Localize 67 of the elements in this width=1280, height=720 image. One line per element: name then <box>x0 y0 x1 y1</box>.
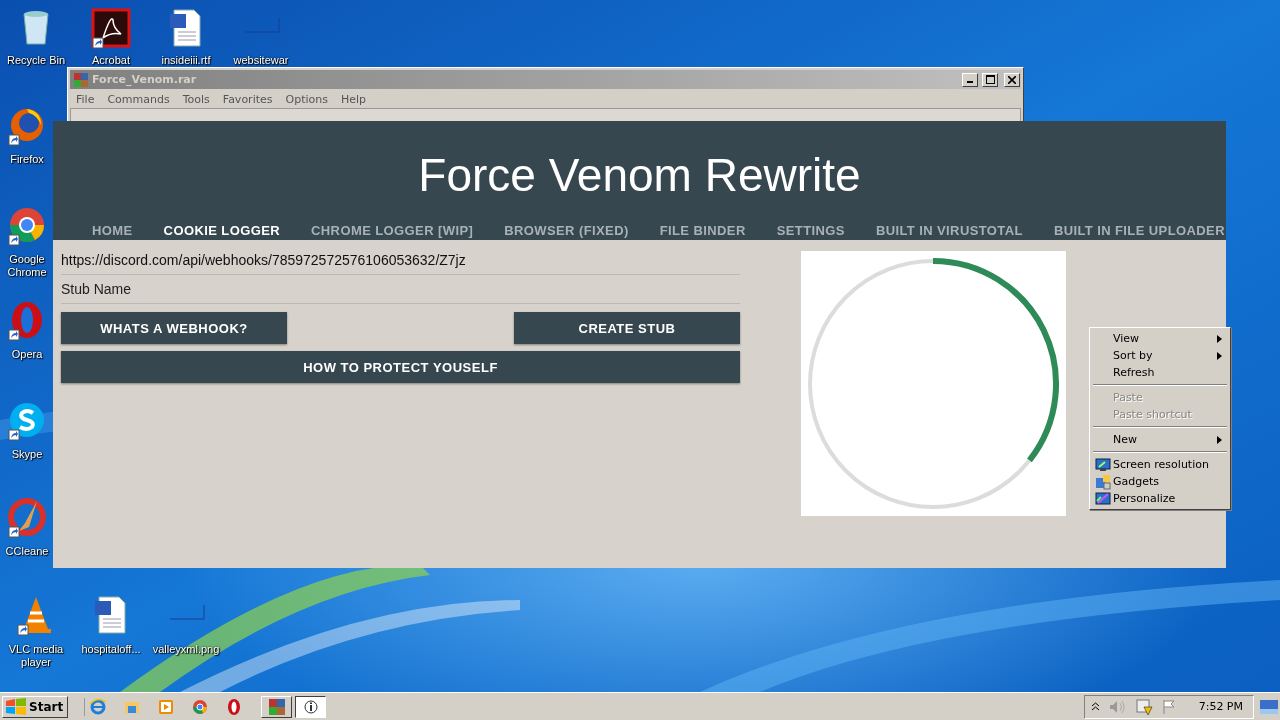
maximize-icon <box>985 75 995 84</box>
skype-icon[interactable] <box>7 400 47 442</box>
menu-item[interactable]: Favorites <box>222 93 273 106</box>
nav-tab[interactable]: CHROME LOGGER [WIP] <box>311 219 474 242</box>
icon-label: Skype <box>11 448 43 461</box>
archive-icon <box>73 71 89 88</box>
menu-item[interactable]: New <box>1092 431 1228 448</box>
submenu-arrow-icon <box>1217 435 1222 444</box>
nav-tab[interactable]: BUILT IN FILE UPLOADER <box>1053 219 1225 242</box>
menu-item[interactable]: Personalize <box>1092 490 1228 507</box>
webhook-field[interactable]: https://discord.com/api/webhooks/785972572576106053632/Z7jz <box>61 246 740 275</box>
icon-label: VLC media player <box>7 643 65 669</box>
close-button[interactable] <box>1004 72 1020 87</box>
chrome-icon[interactable] <box>191 697 210 716</box>
menu-item: Paste <box>1112 390 1144 406</box>
maximize-button[interactable] <box>982 72 998 87</box>
menu-item[interactable]: Tools <box>182 93 210 106</box>
icon-label: Opera <box>11 348 43 361</box>
window-title: Force_Venom.rar <box>92 73 198 86</box>
ccleaner-icon[interactable] <box>7 497 47 539</box>
network-warning-icon[interactable] <box>1134 697 1153 716</box>
icon-label: insideiii.rtf <box>161 54 211 67</box>
menu-item[interactable]: Refresh <box>1092 364 1228 381</box>
nav-tab[interactable]: HOME <box>92 219 133 242</box>
menu-item[interactable]: Sort by <box>1092 347 1228 364</box>
icon-label: Acrobat <box>92 54 130 67</box>
menu-item[interactable]: Commands <box>107 93 170 106</box>
clock[interactable]: 7:52 PM <box>1198 700 1243 713</box>
taskbar-button[interactable] <box>295 695 327 718</box>
menu-item[interactable]: Options <box>285 93 328 106</box>
minimize-icon <box>967 81 973 83</box>
icon-label: Google Chrome <box>6 253 48 279</box>
menu-item[interactable]: Screen resolution <box>1092 456 1228 473</box>
stub-name-field[interactable]: Stub Name <box>61 275 740 304</box>
menu-item[interactable]: View <box>1092 330 1228 347</box>
icon-label: Firefox <box>10 153 44 166</box>
windows-logo-icon <box>5 697 27 716</box>
protect-button[interactable]: HOW TO PROTECT YOUSELF <box>61 351 740 383</box>
icon-label: CCleane <box>5 545 49 558</box>
icon-label: websitewar <box>233 54 289 67</box>
icon-label: Recycle Bin <box>6 54 66 67</box>
monitor-icon <box>1095 456 1111 473</box>
nav-tab[interactable]: SETTINGS <box>776 219 845 242</box>
nav-tab[interactable]: BUILT IN VIRUSTOTAL <box>875 219 1023 242</box>
chevron-icon[interactable] <box>1091 702 1099 711</box>
ie-icon[interactable] <box>89 697 108 716</box>
close-icon <box>1008 75 1016 84</box>
nav-tab[interactable]: FILE BINDER <box>659 219 746 242</box>
personalize-icon <box>1095 490 1111 507</box>
gadgets-icon <box>1095 473 1111 490</box>
menu-item[interactable]: File <box>76 93 95 106</box>
nav-tab[interactable]: COOKIE LOGGER <box>163 219 281 242</box>
menu-item: Paste shortcut <box>1112 407 1193 423</box>
show-desktop-icon[interactable] <box>1260 699 1278 714</box>
menu-item[interactable]: Help <box>340 93 367 106</box>
acrobat-icon[interactable] <box>91 8 131 50</box>
start-button[interactable]: Start <box>2 695 69 718</box>
archive-icon <box>267 697 286 716</box>
nav-tab[interactable]: BROWSER (FIXED) <box>504 219 629 242</box>
info-icon <box>301 697 320 716</box>
app-title: Force Venom Rewrite <box>418 149 861 201</box>
chrome-icon[interactable] <box>7 205 47 247</box>
minimize-button[interactable] <box>962 72 978 87</box>
webhook-help-button[interactable]: WHATS A WEBHOOK? <box>61 312 287 344</box>
create-stub-button[interactable]: CREATE STUB <box>514 312 740 344</box>
icon-label: hospitaloff... <box>81 643 141 656</box>
menu-item[interactable]: Gadgets <box>1092 473 1228 490</box>
